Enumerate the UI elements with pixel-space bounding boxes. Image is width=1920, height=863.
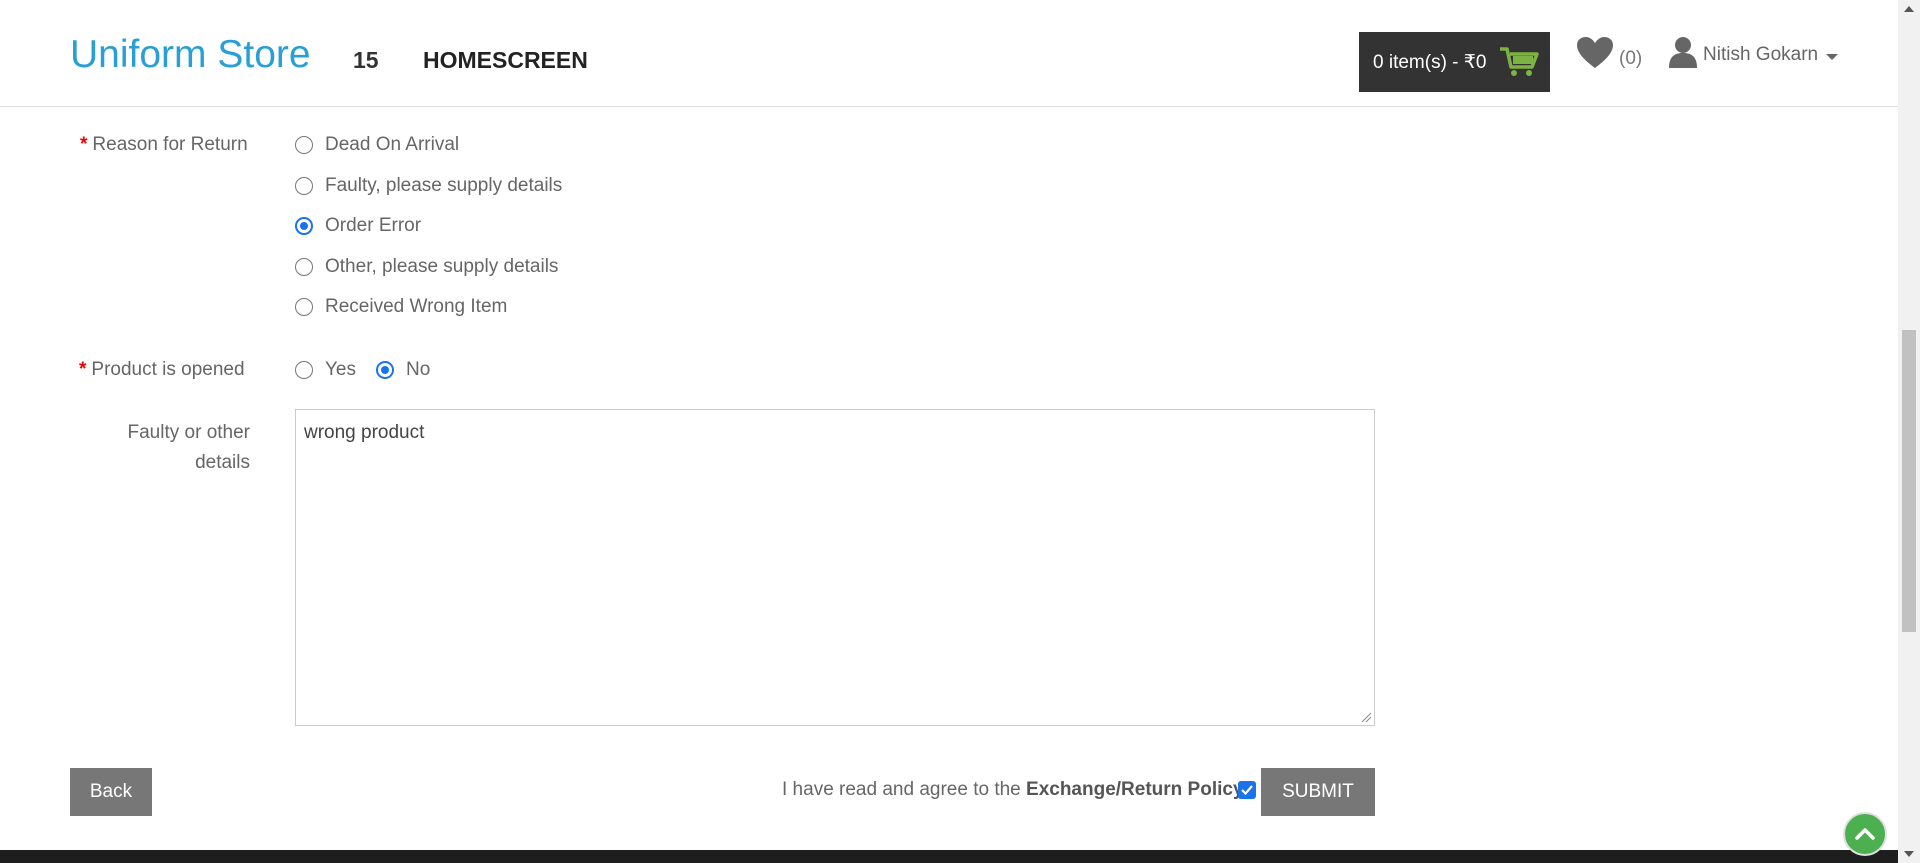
radio-faulty[interactable]	[295, 177, 313, 195]
agree-text-prefix: I have read and agree to the	[782, 779, 1021, 800]
required-marker: *	[80, 134, 88, 155]
details-label-line2: details	[195, 452, 250, 473]
radio-opened-no[interactable]	[376, 361, 394, 379]
reason-label: * Reason for Return	[80, 134, 248, 156]
details-label: Faulty or other details	[100, 422, 251, 474]
radio-order-error[interactable]	[295, 217, 313, 235]
site-header: Uniform Store 15 HOMESCREEN 0 item(s) - …	[0, 0, 1898, 107]
scroll-down-icon[interactable]	[1904, 851, 1914, 857]
details-textarea[interactable]: wrong product	[295, 409, 1375, 726]
agree-checkbox[interactable]	[1238, 781, 1256, 799]
radio-wrong-item[interactable]	[295, 298, 313, 316]
details-label-line1: Faulty or other	[127, 422, 251, 443]
chevron-up-icon	[1855, 828, 1875, 840]
shopping-cart-icon	[1500, 47, 1539, 76]
radio-other[interactable]	[295, 258, 313, 276]
reason-label-text: Reason for Return	[92, 134, 248, 155]
agree-text: I have read and agree to the Exchange/Re…	[782, 779, 1244, 801]
product-opened-label: * Product is opened	[79, 359, 245, 381]
cart-button[interactable]: 0 item(s) - ₹0	[1359, 32, 1550, 92]
back-button[interactable]: Back	[70, 768, 152, 816]
wishlist-count: (0)	[1619, 48, 1643, 69]
cart-summary: 0 item(s) - ₹0	[1373, 51, 1487, 73]
reason-option-faulty[interactable]: Faulty, please supply details	[295, 175, 562, 197]
user-menu[interactable]: Nitish Gokarn	[1669, 36, 1839, 68]
radio-label: No	[406, 359, 431, 380]
checkmark-icon	[1241, 785, 1253, 796]
radio-label: Received Wrong Item	[325, 296, 508, 317]
store-number: 15	[353, 47, 379, 73]
homescreen-link[interactable]: HOMESCREEN	[423, 47, 588, 74]
wishlist-link[interactable]: (0)	[1576, 36, 1642, 70]
user-name: Nitish Gokarn	[1703, 44, 1819, 65]
reason-option-order-error[interactable]: Order Error	[295, 215, 421, 237]
scroll-up-icon[interactable]	[1904, 6, 1914, 12]
opened-option-yes[interactable]: Yes	[295, 359, 356, 381]
submit-button[interactable]: SUBMIT	[1261, 768, 1375, 816]
reason-option-other[interactable]: Other, please supply details	[295, 256, 558, 278]
details-text: wrong product	[304, 422, 425, 443]
product-opened-label-text: Product is opened	[91, 359, 245, 380]
reason-option-dead-on-arrival[interactable]: Dead On Arrival	[295, 134, 459, 156]
scrollbar-thumb[interactable]	[1902, 330, 1916, 632]
footer-bar	[0, 850, 1898, 863]
radio-label: Yes	[325, 359, 356, 380]
chevron-down-icon	[1826, 54, 1839, 60]
user-icon	[1669, 37, 1697, 68]
resize-handle-icon[interactable]	[1360, 711, 1372, 723]
reason-option-wrong-item[interactable]: Received Wrong Item	[295, 296, 507, 318]
radio-label: Dead On Arrival	[325, 134, 460, 155]
radio-label: Faulty, please supply details	[325, 175, 563, 196]
return-policy-link[interactable]: Exchange/Return Policy	[1026, 779, 1244, 800]
radio-dead-on-arrival[interactable]	[295, 136, 313, 154]
opened-option-no[interactable]: No	[376, 359, 430, 381]
brand-logo[interactable]: Uniform Store	[70, 33, 311, 77]
page-scrollbar[interactable]	[1898, 0, 1920, 863]
required-marker: *	[79, 359, 87, 380]
scroll-to-top-button[interactable]	[1843, 812, 1887, 856]
heart-icon	[1577, 37, 1613, 68]
radio-opened-yes[interactable]	[295, 361, 313, 379]
radio-label: Order Error	[325, 215, 422, 236]
radio-label: Other, please supply details	[325, 256, 559, 277]
